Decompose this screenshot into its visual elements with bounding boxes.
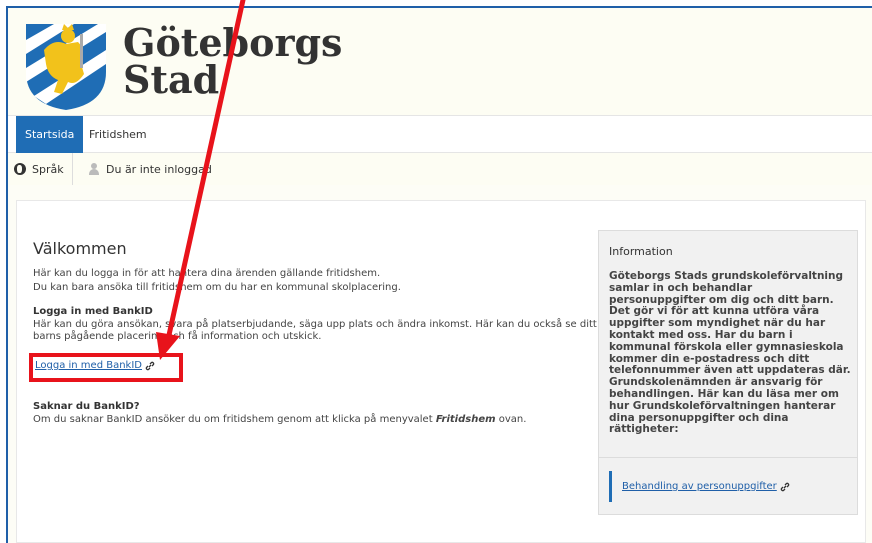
user-icon xyxy=(88,163,100,175)
bankid-description: Här kan du göra ansökan, svara på platse… xyxy=(33,319,597,342)
info-panel: Information Göteborgs Stads grundskolefö… xyxy=(598,230,858,515)
privacy-link[interactable]: Behandling av personuppgifter xyxy=(622,481,777,492)
intro-text-1: Här kan du logga in för att hantera dina… xyxy=(33,268,381,279)
tab-fritidshem[interactable]: Fritidshem xyxy=(80,116,156,153)
info-heading: Information xyxy=(609,245,673,258)
link-icon xyxy=(780,482,790,492)
city-crest-logo[interactable] xyxy=(24,20,108,112)
wordmark-line2: Stad xyxy=(123,57,220,102)
no-bankid-text-em: Fritidshem xyxy=(435,414,496,425)
no-bankid-heading: Saknar du BankID? xyxy=(33,401,140,412)
wordmark-line1: Göteborgs xyxy=(123,20,343,65)
bankid-heading: Logga in med BankID xyxy=(33,306,153,317)
login-status-label: Du är inte inloggad xyxy=(106,162,212,176)
link-icon xyxy=(145,361,155,371)
language-button[interactable]: Språk xyxy=(14,153,73,185)
tab-startsida[interactable]: Startsida xyxy=(16,116,84,153)
intro-text-2: Du kan bara ansöka till fritidshem om du… xyxy=(33,282,401,293)
page-title: Välkommen xyxy=(33,239,127,258)
city-wordmark[interactable]: Göteborgs Stad xyxy=(123,20,343,102)
info-divider xyxy=(599,457,857,458)
bankid-login-link[interactable]: Logga in med BankID xyxy=(35,360,142,371)
no-bankid-text-pre: Om du saknar BankID ansöker du om fritid… xyxy=(33,414,436,425)
language-label: Språk xyxy=(32,162,64,176)
globe-icon xyxy=(14,163,26,175)
utility-bar: Språk Du är inte inloggad xyxy=(8,153,872,185)
no-bankid-text-post: ovan. xyxy=(495,414,527,425)
bankid-link-wrapper: Logga in med BankID xyxy=(35,360,155,371)
site-header: Göteborgs Stad xyxy=(8,8,872,115)
login-status: Du är inte inloggad xyxy=(88,153,212,185)
main-nav: Startsida Fritidshem xyxy=(8,115,872,153)
no-bankid-description: Om du saknar BankID ansöker du om fritid… xyxy=(33,414,598,426)
info-text: Göteborgs Stads grundskoleförvaltning sa… xyxy=(609,270,851,436)
info-link-wrapper: Behandling av personuppgifter xyxy=(609,471,790,502)
